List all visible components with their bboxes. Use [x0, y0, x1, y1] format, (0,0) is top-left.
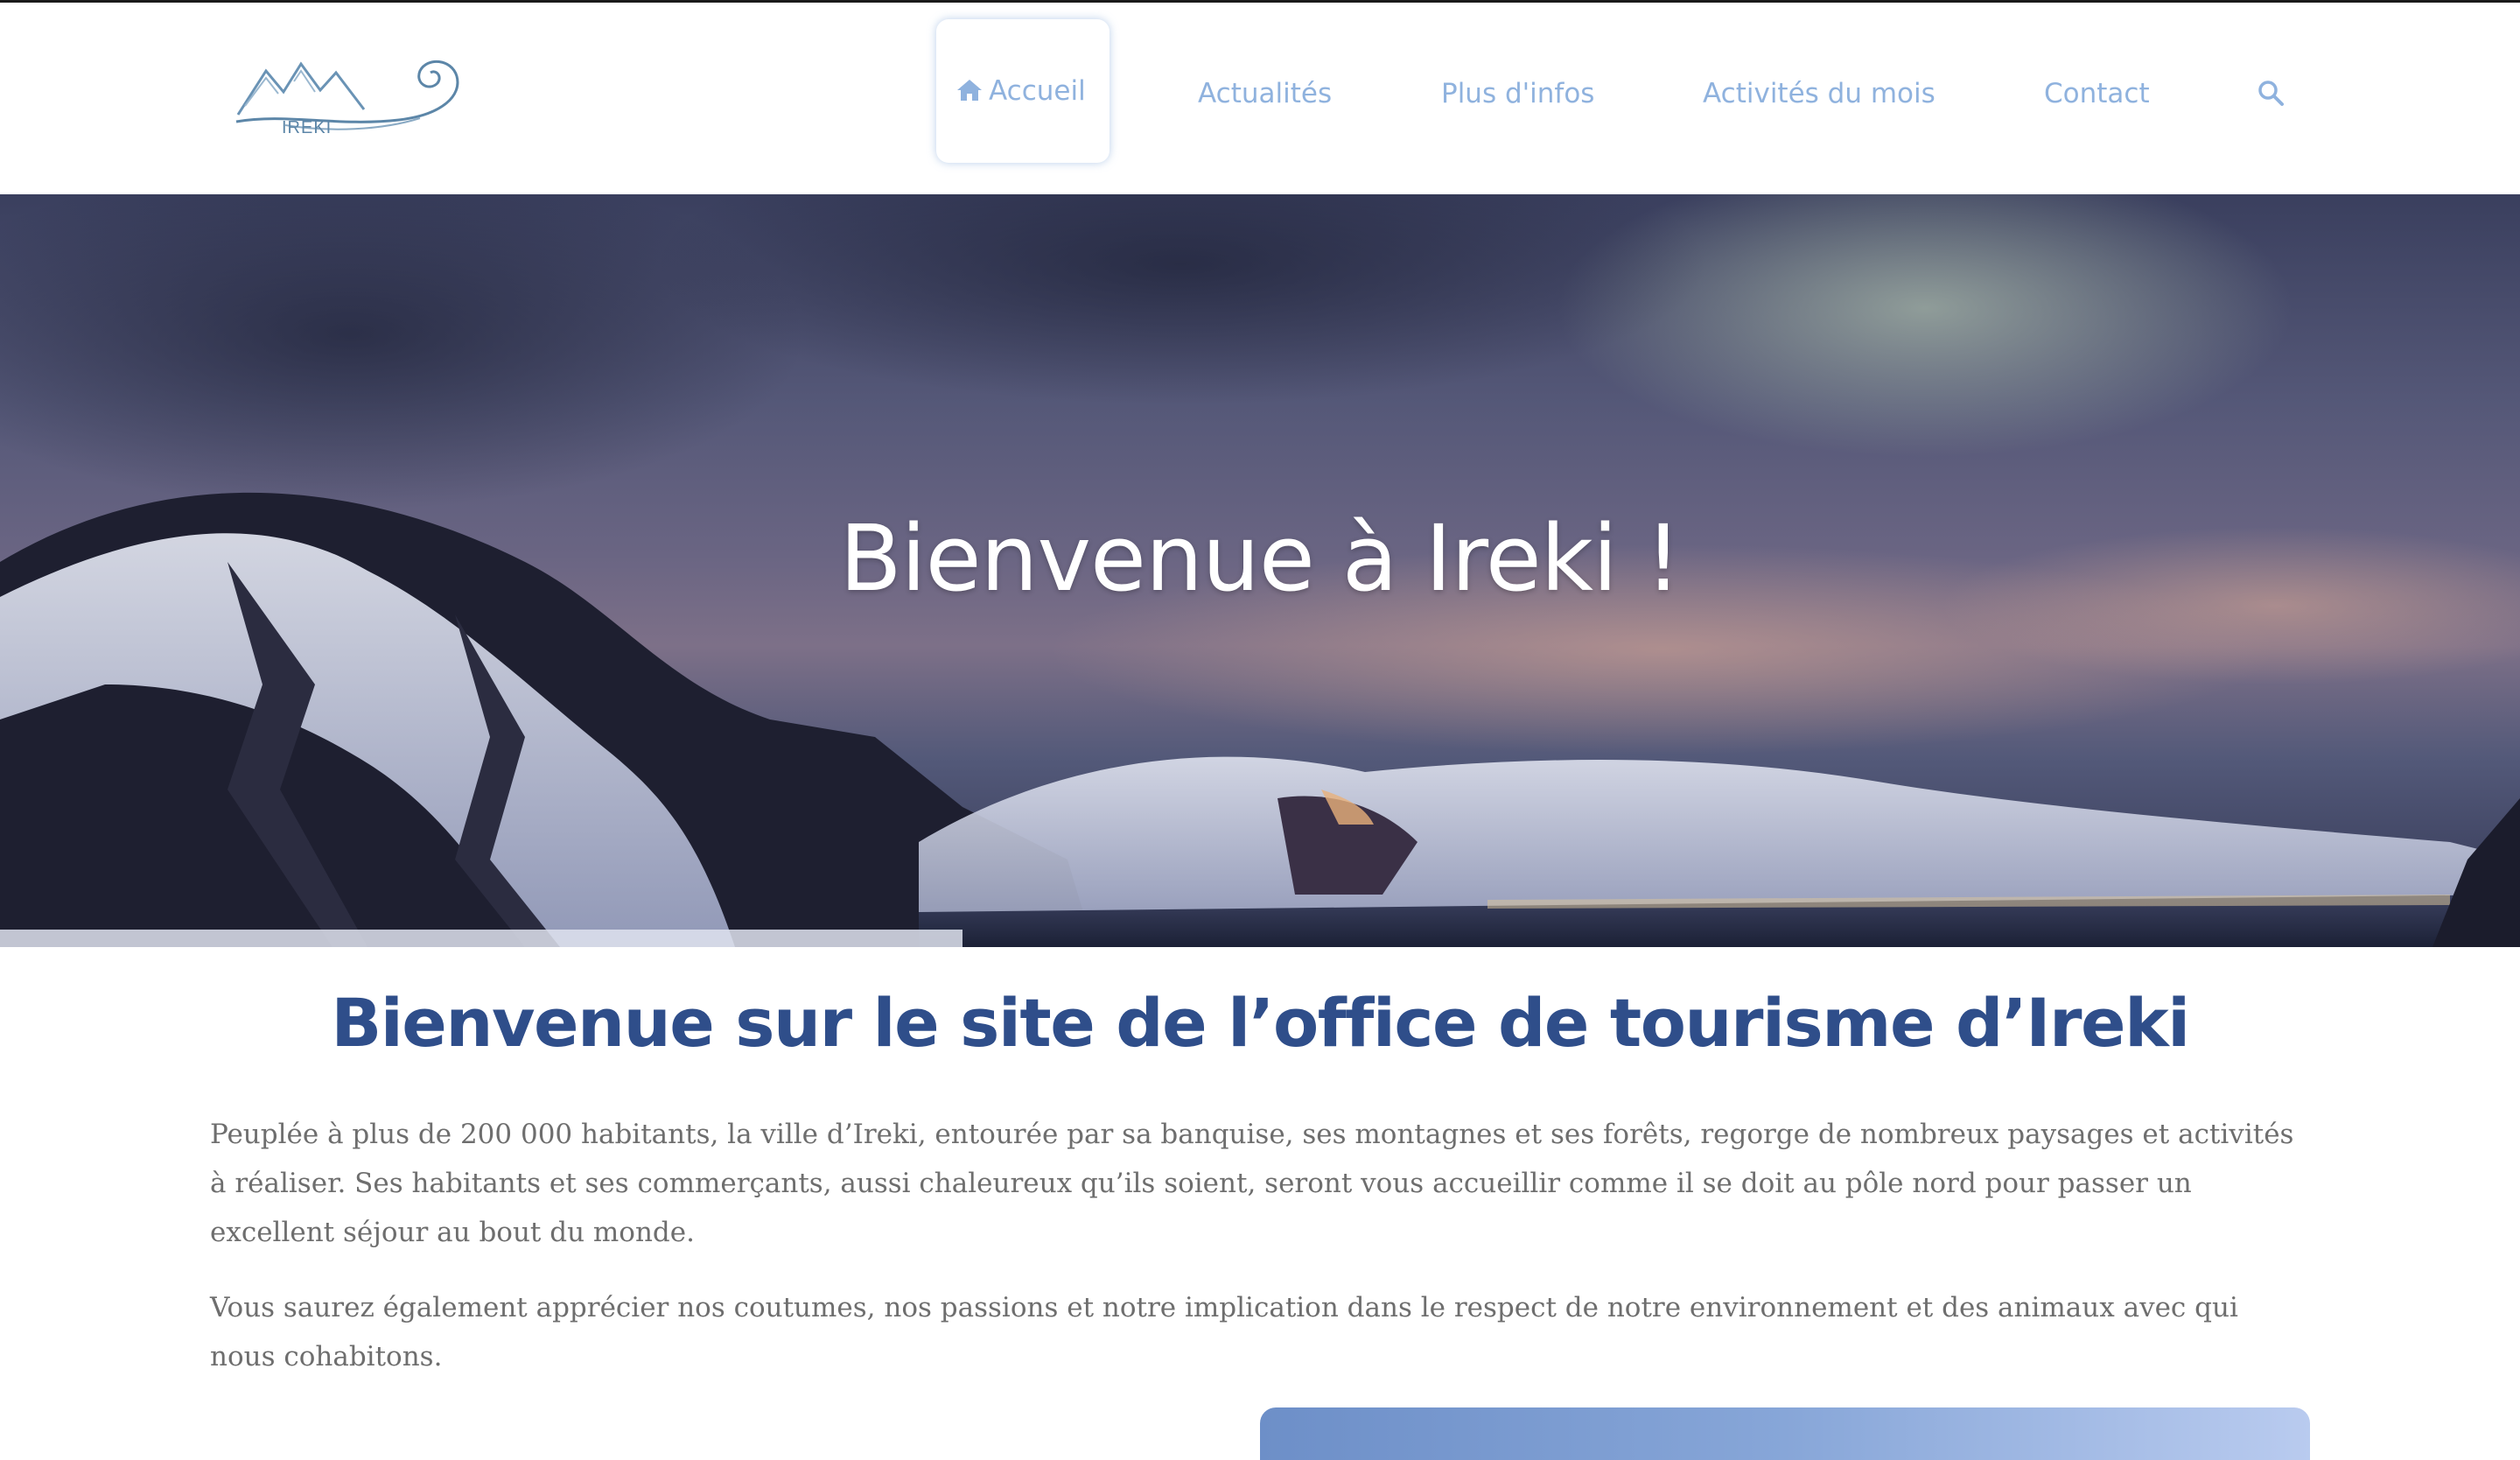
- nav-item-label: Accueil: [989, 75, 1086, 107]
- nav-item-accueil[interactable]: Accueil: [936, 19, 1110, 163]
- nav-item-plus-infos[interactable]: Plus d'infos: [1441, 78, 1594, 109]
- home-icon: [957, 80, 982, 101]
- featured-card[interactable]: [1260, 1407, 2310, 1460]
- second-paragraph: Vous saurez également apprécier nos cout…: [210, 1292, 2238, 1372]
- nav-item-activites[interactable]: Activités du mois: [1703, 78, 1936, 109]
- intro-paragraph: Peuplée à plus de 200 000 habitants, la …: [210, 1119, 2294, 1248]
- search-icon[interactable]: [2256, 78, 2286, 108]
- site-header: IREKI Accueil Actualités Plus d'infos Ac…: [0, 3, 2520, 194]
- page-title: Bienvenue sur le site de l’office de tou…: [331, 984, 2190, 1062]
- hero-title: Bienvenue à Ireki !: [839, 505, 1681, 612]
- main-navigation: Accueil Actualités Plus d'infos Activité…: [0, 3, 2520, 194]
- hero-banner: Bienvenue à Ireki !: [0, 194, 2520, 947]
- nav-item-contact[interactable]: Contact: [2044, 78, 2150, 109]
- nav-item-actualites[interactable]: Actualités: [1198, 78, 1332, 109]
